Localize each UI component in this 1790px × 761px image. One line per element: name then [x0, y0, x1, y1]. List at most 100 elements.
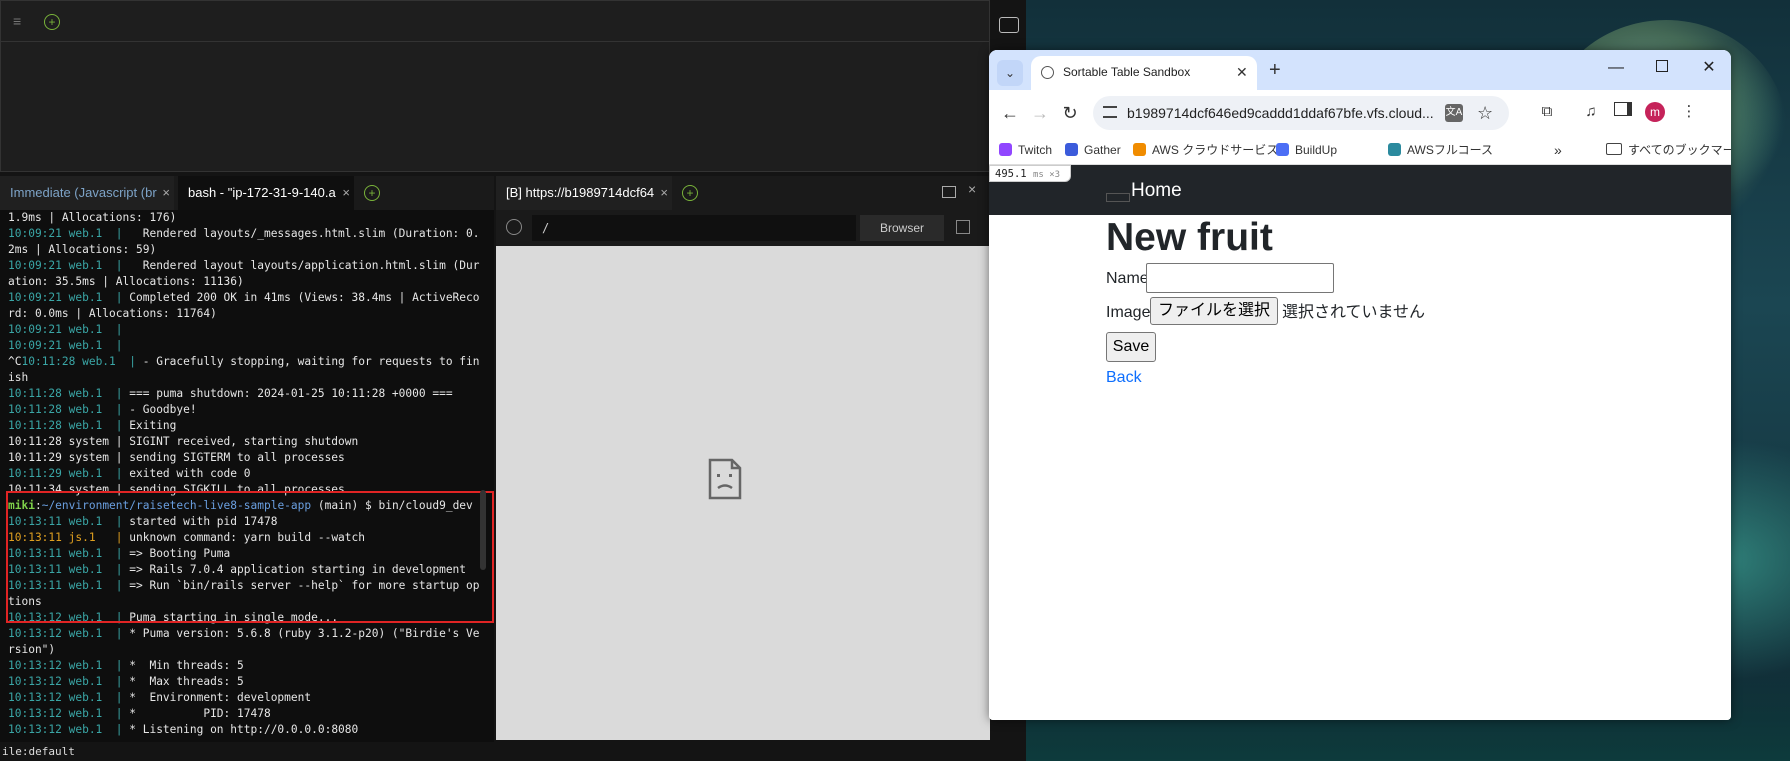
terminal-text: 10:13:12 web.1 | [8, 723, 130, 736]
forward-button[interactable]: → [1027, 100, 1053, 126]
popout-icon[interactable] [942, 186, 956, 198]
browser-dropdown-button[interactable]: Browser [860, 215, 944, 241]
terminal-text: 10:13:11 web.1 | [8, 515, 130, 528]
bookmark-label: Twitch [1018, 143, 1053, 157]
terminal-text: * Max threads: 5 [129, 675, 244, 688]
maximize-button[interactable] [1647, 56, 1677, 80]
tab-bash-label: bash - "ip-172-31-9-140.a [188, 185, 336, 200]
tab-immediate-label: Immediate (Javascript (br [10, 185, 157, 200]
terminal-text: 10:11:28 system | SIGINT received, start… [8, 435, 359, 448]
bookmark-aws[interactable]: AWS クラウドサービス... [1133, 136, 1288, 164]
chrome-menu-icon[interactable]: ⋮ [1679, 102, 1699, 122]
terminal-line: ation: 35.5ms | Allocations: 11136) [0, 274, 494, 290]
cloud9-ide: ≡ + Immediate (Javascript (br × bash - "… [0, 0, 1026, 761]
terminal-line: 2ms | Allocations: 59) [0, 242, 494, 258]
add-preview-icon[interactable]: + [682, 185, 698, 201]
tab-bash[interactable]: bash - "ip-172-31-9-140.a × [178, 176, 354, 210]
terminal-text: 10:13:11 web.1 | [8, 547, 130, 560]
terminal-text: 10:09:21 web.1 | [8, 323, 123, 336]
chrome-window: ⌄ Sortable Table Sandbox ✕ + — ✕ ← → ↻ b… [989, 50, 1731, 720]
bookmark-star-icon[interactable]: ☆ [1477, 100, 1493, 126]
add-terminal-icon[interactable]: + [364, 185, 380, 201]
bookmarks-overflow-icon[interactable]: » [1554, 136, 1562, 164]
collaborate-icon[interactable] [999, 17, 1019, 33]
terminal-line: 10:13:11 js.1 | unknown command: yarn bu… [0, 530, 494, 546]
folder-icon [1606, 143, 1622, 155]
refresh-icon[interactable] [506, 219, 522, 235]
terminal-text: started with pid 17478 [129, 515, 278, 528]
tab-immediate[interactable]: Immediate (Javascript (br × [0, 176, 174, 210]
terminal-text: * PID: 17478 [129, 707, 271, 720]
timing-value: 495.1 [995, 168, 1027, 180]
terminal-text: ish [8, 371, 29, 384]
terminal-text: Puma starting in single mode... [129, 611, 339, 624]
name-input[interactable] [1146, 263, 1334, 293]
close-icon[interactable]: × [660, 176, 668, 210]
reload-button[interactable]: ↻ [1057, 100, 1083, 126]
terminal-text: 10:09:21 web.1 | [8, 339, 123, 352]
terminal-text: * Listening on http://0.0.0.0:8080 [129, 723, 359, 736]
terminal-text: === puma shutdown: 2024-01-25 10:11:28 +… [129, 387, 453, 400]
terminal-line: rsion") [0, 642, 494, 658]
side-panel-icon[interactable] [1613, 102, 1633, 122]
extensions-icon[interactable]: ⧉ [1537, 102, 1557, 122]
browser-tab[interactable]: Sortable Table Sandbox ✕ [1031, 56, 1257, 90]
all-bookmarks[interactable]: すべてのブックマーク [1606, 136, 1731, 164]
back-button[interactable]: ← [997, 100, 1023, 126]
bookmark-gather[interactable]: Gather [1065, 136, 1121, 164]
terminal-text: * Environment: development [129, 691, 312, 704]
bookmarks-bar: Twitch Gather AWS クラウドサービス... BuildUp AW… [989, 136, 1731, 165]
terminal-output[interactable]: 1.9ms | Allocations: 176) 10:09:21 web.1 … [0, 210, 494, 742]
aws-icon [1133, 143, 1146, 156]
terminal-text: 10:13:12 web.1 | [8, 691, 130, 704]
profile-avatar[interactable]: m [1645, 102, 1665, 122]
aws-course-icon [1388, 143, 1401, 156]
nav-home-link[interactable]: Home [1131, 180, 1182, 202]
open-external-icon[interactable] [956, 220, 970, 234]
terminal-scrollbar[interactable] [480, 490, 486, 570]
panel-menu-icon[interactable]: ≡ [13, 13, 21, 29]
translate-icon[interactable]: 文A [1445, 104, 1463, 122]
close-icon[interactable]: × [162, 176, 170, 210]
tab-search-button[interactable]: ⌄ [997, 60, 1023, 86]
navbar-toggler-icon[interactable] [1106, 193, 1130, 202]
terminal-text: 10:13:12 web.1 | [8, 707, 130, 720]
terminal-line: ^C10:11:28 web.1 | - Gracefully stopping… [0, 354, 494, 370]
terminal-line: 10:13:12 web.1 | * PID: 17478 [0, 706, 494, 722]
profiler-timing-badge[interactable]: 495.1 ms ×3 [989, 165, 1071, 182]
close-window-button[interactable]: ✕ [1694, 56, 1724, 80]
terminal-text: 10:11:29 web.1 | [8, 467, 130, 480]
back-link[interactable]: Back [1106, 369, 1142, 387]
file-status-text: 選択されていません [1282, 304, 1426, 321]
terminal-text: => Rails 7.0.4 application starting in d… [129, 563, 467, 576]
terminal-line: 10:13:12 web.1 | * Max threads: 5 [0, 674, 494, 690]
bookmark-aws-course[interactable]: AWSフルコース [1388, 136, 1493, 164]
close-icon[interactable]: × [342, 176, 350, 210]
minimize-button[interactable]: — [1601, 56, 1631, 80]
terminal-text: ^C [8, 355, 22, 368]
address-text: b1989714dcf646ed9caddd1ddaf67bfe.vfs.clo… [1127, 105, 1434, 121]
save-button[interactable]: Save [1106, 332, 1156, 362]
close-pane-icon[interactable]: × [968, 181, 976, 197]
close-tab-icon[interactable]: ✕ [1236, 56, 1248, 88]
site-info-icon[interactable] [1103, 106, 1117, 118]
bookmark-twitch[interactable]: Twitch [999, 136, 1052, 164]
terminal-line: rd: 0.0ms | Allocations: 11764) [0, 306, 494, 322]
bookmark-buildup[interactable]: BuildUp [1276, 136, 1337, 164]
tab-preview-label: [B] https://b1989714dcf64 [506, 185, 655, 200]
terminal-text: 10:11:28 web.1 | [8, 419, 130, 432]
maximize-icon [1656, 60, 1668, 72]
new-tab-button[interactable]: + [1269, 58, 1281, 82]
terminal-line: 1.9ms | Allocations: 176) [0, 210, 494, 226]
preview-url-field[interactable]: / [532, 215, 856, 241]
terminal-text: 10:13:12 web.1 | [8, 675, 130, 688]
address-bar[interactable]: b1989714dcf646ed9caddd1ddaf67bfe.vfs.clo… [1093, 96, 1509, 130]
tab-preview[interactable]: [B] https://b1989714dcf64 × [496, 176, 672, 210]
terminal-text: 10:09:21 web.1 | [8, 259, 130, 272]
terminal-text: (main) $ bin/cloud9_dev [311, 499, 473, 512]
media-control-icon[interactable]: ♫ [1581, 102, 1601, 122]
web-page: Home 495.1 ms ×3 New fruit Name Image ファ… [989, 165, 1731, 720]
terminal-line: 10:09:21 web.1 | [0, 338, 494, 354]
add-tab-icon[interactable]: + [44, 14, 60, 30]
choose-file-button[interactable]: ファイルを選択 [1150, 297, 1278, 325]
